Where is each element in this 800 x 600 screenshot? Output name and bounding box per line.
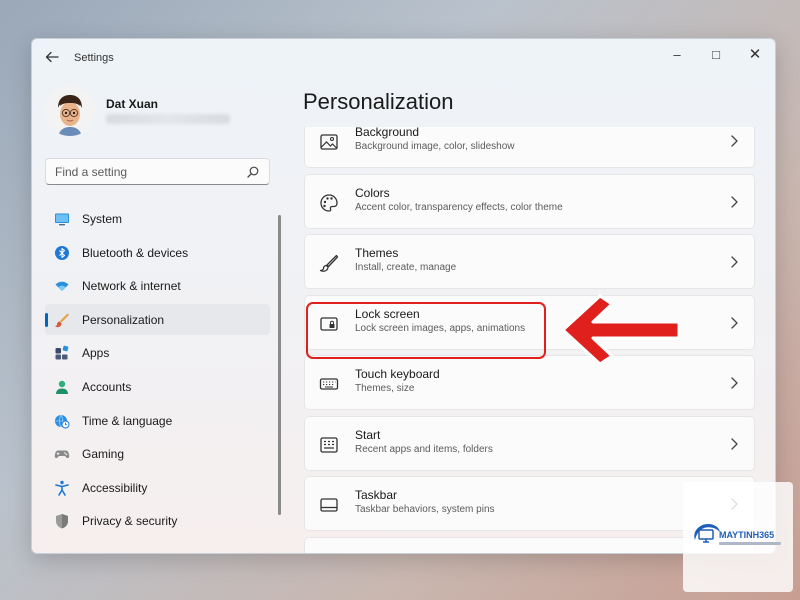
- card-start[interactable]: Start Recent apps and items, folders: [304, 415, 755, 471]
- card-subtitle: Accent color, transparency effects, colo…: [355, 201, 563, 213]
- chevron-right-icon: [731, 437, 738, 450]
- card-colors[interactable]: Colors Accent color, transparency effect…: [304, 173, 755, 229]
- card-lock-screen[interactable]: Lock screen Lock screen images, apps, an…: [304, 294, 755, 350]
- card-title: Colors: [355, 185, 390, 200]
- accessibility-icon: [55, 480, 69, 496]
- palette-icon: [320, 193, 338, 212]
- card-subtitle: Themes, size: [355, 383, 415, 394]
- sidebar-item-personalization[interactable]: Personalization: [45, 303, 270, 335]
- card-subtitle: Taskbar behaviors, system pins: [355, 504, 495, 515]
- card-touch-keyboard[interactable]: Touch keyboard Themes, size: [304, 355, 755, 410]
- keyboard-icon: [319, 378, 339, 390]
- sidebar-item-label: Accounts: [82, 379, 132, 394]
- sidebar-item-gaming[interactable]: Gaming: [45, 438, 270, 469]
- paintbrush-icon: [55, 313, 69, 327]
- search-box[interactable]: [45, 158, 270, 185]
- card-subtitle: Install, create, manage: [355, 262, 457, 273]
- red-arrow-left-icon: [561, 294, 681, 366]
- user-profile[interactable]: Dat Xuan: [45, 86, 285, 138]
- sidebar-item-network[interactable]: Network & internet: [45, 270, 270, 301]
- minimize-button[interactable]: –: [665, 45, 689, 65]
- avatar: [45, 86, 95, 136]
- maytinh365-logo-icon: [694, 524, 720, 543]
- brush-icon: [319, 254, 339, 272]
- chevron-right-icon: [731, 135, 738, 147]
- arrow-left-icon: [45, 51, 59, 63]
- watermark: MAYTINH365: [683, 482, 793, 592]
- sidebar-item-label: Privacy & security: [82, 514, 178, 529]
- sidebar-item-label: Personalization: [82, 312, 165, 327]
- sidebar-item-accessibility[interactable]: Accessibility: [45, 472, 270, 503]
- system-monitor-icon: [55, 213, 69, 226]
- chevron-right-icon: [731, 195, 738, 208]
- chevron-right-icon: [731, 377, 738, 389]
- close-button[interactable]: ✕: [743, 45, 767, 65]
- start-menu-icon: [320, 436, 338, 453]
- sidebar-item-label: Network & internet: [82, 279, 181, 294]
- apps-icon: [55, 346, 69, 360]
- page-title: Personalization: [303, 89, 454, 114]
- card-title: Start: [355, 427, 381, 442]
- sidebar-item-label: Bluetooth & devices: [82, 245, 189, 260]
- title-bar: Settings – □ ✕: [32, 39, 775, 77]
- card-subtitle: Background image, color, slideshow: [355, 141, 515, 152]
- bluetooth-icon: [55, 245, 69, 260]
- image-icon: [320, 134, 338, 150]
- profile-name: Dat Xuan: [106, 97, 159, 111]
- card-title: Themes: [355, 246, 399, 260]
- wifi-icon: [55, 281, 69, 292]
- sidebar-item-label: Apps: [82, 346, 110, 361]
- card-subtitle: Lock screen images, apps, animations: [355, 322, 526, 334]
- sidebar-item-privacy-security[interactable]: Privacy & security: [45, 505, 270, 536]
- sidebar-item-time-language[interactable]: Time & language: [45, 405, 270, 436]
- chevron-right-icon: [731, 256, 738, 268]
- sidebar-item-label: System: [82, 212, 123, 226]
- taskbar-icon: [320, 498, 338, 512]
- chevron-right-icon: [731, 316, 738, 329]
- search-input[interactable]: [55, 164, 235, 180]
- shield-icon: [56, 514, 68, 529]
- account-icon: [56, 380, 68, 394]
- sidebar-nav: System Bluetooth & devices Network & int…: [45, 203, 270, 539]
- maximize-button[interactable]: □: [704, 45, 728, 65]
- sidebar-item-apps[interactable]: Apps: [45, 337, 270, 368]
- profile-email-blurred: [106, 114, 230, 124]
- lock-screen-icon: [320, 316, 338, 331]
- card-title: Touch keyboard: [355, 367, 440, 381]
- sidebar-item-label: Time & language: [82, 413, 173, 428]
- sidebar-item-label: Accessibility: [82, 480, 148, 495]
- sidebar-item-system[interactable]: System: [45, 203, 270, 234]
- app-title: Settings: [74, 52, 114, 64]
- back-button[interactable]: [44, 50, 60, 66]
- card-themes[interactable]: Themes Install, create, manage: [304, 234, 755, 289]
- watermark-brand: MAYTINH365: [719, 530, 775, 540]
- card-background[interactable]: Background Background image, color, slid…: [304, 127, 755, 168]
- sidebar-item-bluetooth[interactable]: Bluetooth & devices: [45, 237, 270, 268]
- card-title: Background: [355, 127, 420, 139]
- card-title: Taskbar: [355, 488, 398, 502]
- sidebar-item-label: Gaming: [82, 447, 125, 462]
- memoji-avatar-icon: [45, 86, 95, 136]
- sidebar-item-accounts[interactable]: Accounts: [45, 371, 270, 402]
- card-subtitle: Recent apps and items, folders: [355, 443, 493, 455]
- card-title: Lock screen: [355, 306, 420, 321]
- gamepad-icon: [54, 450, 70, 459]
- sidebar-scrollbar[interactable]: [278, 215, 281, 515]
- watermark-tagline: [719, 542, 781, 545]
- globe-clock-icon: [55, 414, 70, 429]
- search-icon[interactable]: [246, 165, 260, 179]
